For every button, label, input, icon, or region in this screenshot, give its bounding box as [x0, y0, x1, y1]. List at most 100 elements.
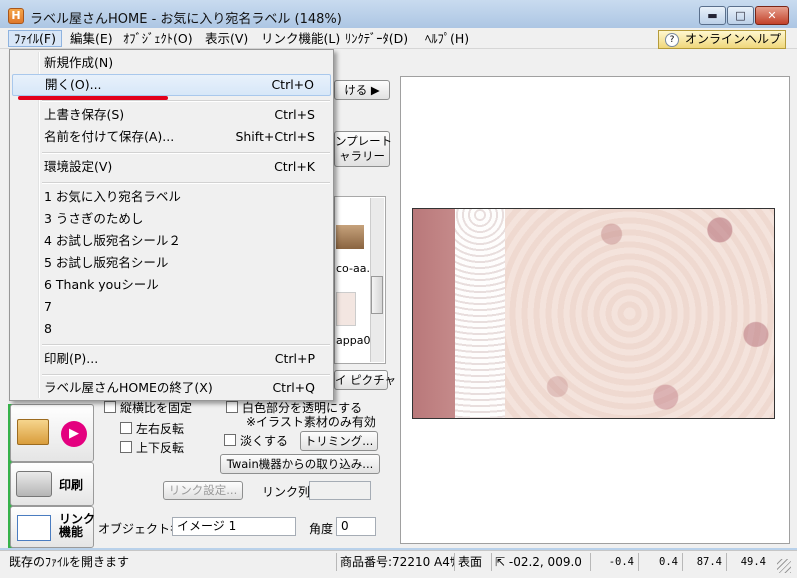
link-function-label: リンク 機能	[59, 513, 95, 539]
menu-item-label: 印刷(P)...	[44, 351, 99, 366]
next-button-label: ける	[344, 83, 368, 97]
resize-grip-icon[interactable]	[777, 559, 791, 573]
menu-separator	[42, 152, 330, 154]
menu-item-save-as[interactable]: 名前を付けて保存(A)... Shift+Ctrl+S	[12, 126, 331, 148]
flip-h-checkbox[interactable]	[120, 422, 132, 434]
menu-item-exit[interactable]: ラベル屋さんHOMEの終了(X) Ctrl+Q	[12, 377, 331, 399]
menu-item-shortcut: Ctrl+Q	[272, 380, 315, 395]
menu-item-label: 8	[44, 321, 52, 336]
online-help-label: オンラインヘルプ	[685, 32, 782, 46]
side-open-button[interactable]: ▶	[10, 404, 94, 462]
link-settings-button[interactable]: リンク設定...	[163, 481, 243, 500]
menu-item-shortcut: Ctrl+S	[274, 107, 315, 122]
status-position: ⇱ -02.2, 009.0	[491, 553, 589, 571]
link-table-icon	[17, 515, 51, 541]
menu-item-label: 名前を付けて保存(A)...	[44, 129, 175, 144]
cursor-icon: ⇱	[495, 555, 509, 569]
status-size-a: -0.4	[590, 553, 638, 571]
menu-item-open[interactable]: 開く(O)... Ctrl+O	[12, 74, 331, 96]
label-preview[interactable]	[412, 208, 775, 419]
menu-item-recent-8[interactable]: 8	[12, 318, 331, 340]
file-menu: 新規作成(N) 開く(O)... Ctrl+O 上書き保存(S) Ctrl+S …	[9, 49, 334, 401]
menu-item-recent-3[interactable]: 3 うさぎのためし	[12, 208, 331, 230]
close-button[interactable]: ✕	[755, 6, 789, 25]
menu-item-label: 1 お気に入り宛名ラベル	[44, 189, 181, 204]
template-label-1: ンプレート	[335, 134, 393, 148]
twain-import-button[interactable]: Twain機器からの取り込み...	[220, 454, 380, 474]
link-column-field[interactable]	[309, 481, 371, 500]
template-label-2: ャラリー	[339, 149, 385, 163]
angle-label: 角度	[309, 522, 334, 536]
angle-stepper[interactable]: 0	[336, 517, 376, 536]
transparent-note: ※イラスト素材のみ有効	[246, 415, 376, 429]
play-icon: ▶	[61, 421, 87, 447]
transparent-checkbox[interactable]	[226, 401, 238, 413]
menu-view[interactable]: 表示(V)	[200, 30, 253, 47]
status-dim-w: 87.4	[682, 553, 726, 571]
fade-label: 淡くする	[240, 434, 289, 448]
menu-linkdata[interactable]: ﾘﾝｸﾃﾞｰﾀ(D)	[340, 30, 413, 47]
angle-value: 0	[341, 519, 349, 533]
menu-separator	[42, 182, 330, 184]
menu-item-recent-7[interactable]: 7	[12, 296, 331, 318]
fade-checkbox[interactable]	[224, 434, 236, 446]
menu-link[interactable]: リンク機能(L)	[256, 30, 345, 47]
menu-separator	[42, 374, 330, 376]
menu-item-label: 3 うさぎのためし	[44, 211, 144, 226]
scrollbar-thumb[interactable]	[371, 276, 383, 314]
side-print-button[interactable]: 印刷	[10, 462, 94, 506]
status-side: 表面	[454, 553, 490, 571]
menu-item-label: 開く(O)...	[45, 77, 102, 92]
menu-item-recent-4[interactable]: 4 お試し版宛名シール２	[12, 230, 331, 252]
menu-item-shortcut: Shift+Ctrl+S	[235, 129, 315, 144]
lace-band-decoration	[413, 209, 455, 418]
maximize-button[interactable]: □	[727, 6, 754, 25]
thumbnail-image[interactable]	[336, 292, 356, 326]
menu-item-shortcut: Ctrl+K	[274, 159, 315, 174]
keep-ratio-label: 縦横比を固定	[120, 401, 193, 415]
menu-separator	[42, 100, 330, 102]
folder-icon	[17, 419, 49, 445]
menu-file[interactable]: ﾌｧｲﾙ(F)	[8, 30, 62, 47]
menu-edit[interactable]: 編集(E)	[65, 30, 118, 47]
menu-item-label: 4 お試し版宛名シール２	[44, 233, 181, 248]
object-name-input[interactable]: イメージ 1	[172, 517, 296, 536]
flip-v-checkbox[interactable]	[120, 441, 132, 453]
window-title: ラベル屋さんHOME - お気に入り宛名ラベル (148%)	[30, 12, 342, 27]
menu-item-recent-6[interactable]: 6 Thank youシール	[12, 274, 331, 296]
menu-item-label: 6 Thank youシール	[44, 277, 159, 292]
menu-item-label: ラベル屋さんHOMEの終了(X)	[44, 380, 213, 395]
menu-item-preferences[interactable]: 環境設定(V) Ctrl+K	[12, 156, 331, 178]
flip-v-label: 上下反転	[136, 441, 185, 455]
menu-item-save[interactable]: 上書き保存(S) Ctrl+S	[12, 104, 331, 126]
menu-item-recent-5[interactable]: 5 お試し版宛名シール	[12, 252, 331, 274]
minimize-button[interactable]: ▬	[699, 6, 726, 25]
menu-item-print[interactable]: 印刷(P)... Ctrl+P	[12, 348, 331, 370]
menu-item-label: 上書き保存(S)	[44, 107, 125, 122]
menu-help[interactable]: ﾍﾙﾌﾟ(H)	[420, 30, 474, 47]
red-annotation-underline	[18, 96, 168, 100]
menu-item-recent-1[interactable]: 1 お気に入り宛名ラベル	[12, 186, 331, 208]
menu-item-shortcut: Ctrl+P	[274, 351, 315, 366]
position-value: -02.2, 009.0	[508, 555, 582, 569]
object-name-label: オブジェクト名	[98, 522, 183, 536]
online-help-button[interactable]: ? オンラインヘルプ	[658, 30, 786, 49]
menu-separator	[42, 344, 330, 346]
template-gallery-button[interactable]: ンプレート ャラリー	[334, 131, 393, 167]
status-dim-h: 49.4	[726, 553, 770, 571]
keep-ratio-checkbox[interactable]	[104, 401, 116, 413]
play-small-icon: ▶	[370, 83, 380, 97]
picture-button[interactable]: イ ピクチャ	[334, 370, 396, 390]
trim-button[interactable]: トリミング...	[300, 431, 378, 451]
side-link-button[interactable]: リンク 機能	[10, 506, 95, 548]
menu-item-label: 新規作成(N)	[44, 55, 114, 70]
printer-icon	[16, 471, 52, 497]
thumbnail-image[interactable]	[336, 225, 364, 249]
status-message: 既存のﾌｧｲﾙを開きます	[9, 555, 130, 569]
menu-item-new[interactable]: 新規作成(N)	[12, 52, 331, 74]
next-button[interactable]: ける ▶	[334, 80, 390, 100]
print-label: 印刷	[59, 478, 84, 492]
menu-object[interactable]: ｵﾌﾞｼﾞｪｸﾄ(O)	[118, 30, 198, 47]
menu-item-label: 環境設定(V)	[44, 159, 113, 174]
status-product: 商品番号:72210 A4ｻ	[336, 553, 454, 571]
